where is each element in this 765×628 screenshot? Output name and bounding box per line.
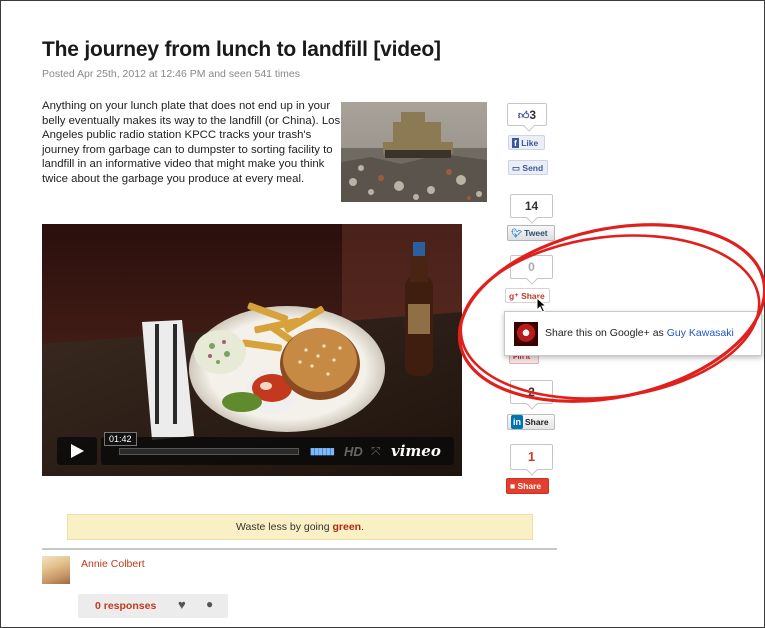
thumbs-up-icon: 👍︎ [517,110,530,122]
volume-icon[interactable]: ▮▮▮▮▮▮ [310,446,335,457]
reddit-icon: ■ [510,481,516,491]
video-time: 01:42 [104,432,137,446]
popup-prompt: Share this on Google+ as [545,327,667,339]
vimeo-logo[interactable]: vimeo [391,442,441,460]
comment-icon[interactable]: ● [206,597,213,611]
facebook-send-label: Send [522,163,544,173]
responses-link[interactable]: 0 responses [95,600,156,612]
linkedin-logo-icon: in [511,415,523,429]
landfill-thumbnail[interactable] [341,102,487,202]
google-plus-icon: g⁺ [509,291,519,301]
tweet-count: 14 [510,194,553,218]
linkedin-count: 2 [510,380,553,404]
facebook-logo-icon: f [512,138,519,148]
linkedin-share-button[interactable]: in Share [507,414,555,430]
article-title: The journey from lunch to landfill [vide… [42,38,441,61]
article-body: Anything on your lunch plate that does n… [42,100,341,185]
cta-text: Waste less by going [235,521,333,533]
divider [42,548,557,550]
linkedin-share-label: Share [525,417,549,427]
cursor-icon [536,297,548,313]
google-plus-count: 0 [510,255,553,279]
cta-suffix: . [361,521,364,533]
tweet-label: Tweet [524,228,548,238]
cta-green-link[interactable]: green [332,521,361,533]
video-control-bar: ▮▮▮▮▮▮ HD ⤧ vimeo [101,437,454,465]
reddit-count: 1 [510,444,553,470]
twitter-bird-icon: 🐦︎ [511,228,522,238]
hd-toggle[interactable]: HD [344,444,363,459]
send-icon: ▭ [512,163,521,173]
tweet-button[interactable]: 🐦︎ Tweet [507,225,555,241]
play-icon [71,444,84,458]
facebook-like-label: Like [521,138,539,148]
video-progress-bar[interactable] [119,448,299,455]
facebook-like-count: 👍︎3 [507,103,547,126]
popup-avatar [514,322,538,346]
green-cta-banner: Waste less by going green. [67,514,533,540]
responses-bar: 0 responses ♥ ● [78,594,228,618]
author-avatar[interactable] [42,556,70,584]
play-button[interactable] [57,437,97,465]
article-meta: Posted Apr 25th, 2012 at 12:46 PM and se… [42,68,301,80]
popup-user-link[interactable]: Guy Kawasaki [667,327,734,339]
facebook-like-button[interactable]: f Like [508,135,545,150]
reddit-share-button[interactable]: ■ Share [506,478,549,494]
author-name-link[interactable]: Annie Colbert [81,558,145,570]
heart-icon[interactable]: ♥ [178,597,186,612]
reddit-share-label: Share [517,481,542,491]
fullscreen-icon[interactable]: ⤧ [371,444,381,459]
facebook-send-button[interactable]: ▭ Send [508,160,548,175]
facebook-count-value: 3 [529,108,537,122]
google-plus-share-popup[interactable]: Share this on Google+ as Guy Kawasaki [504,311,762,356]
popup-text: Share this on Google+ as Guy Kawasaki [545,327,734,339]
